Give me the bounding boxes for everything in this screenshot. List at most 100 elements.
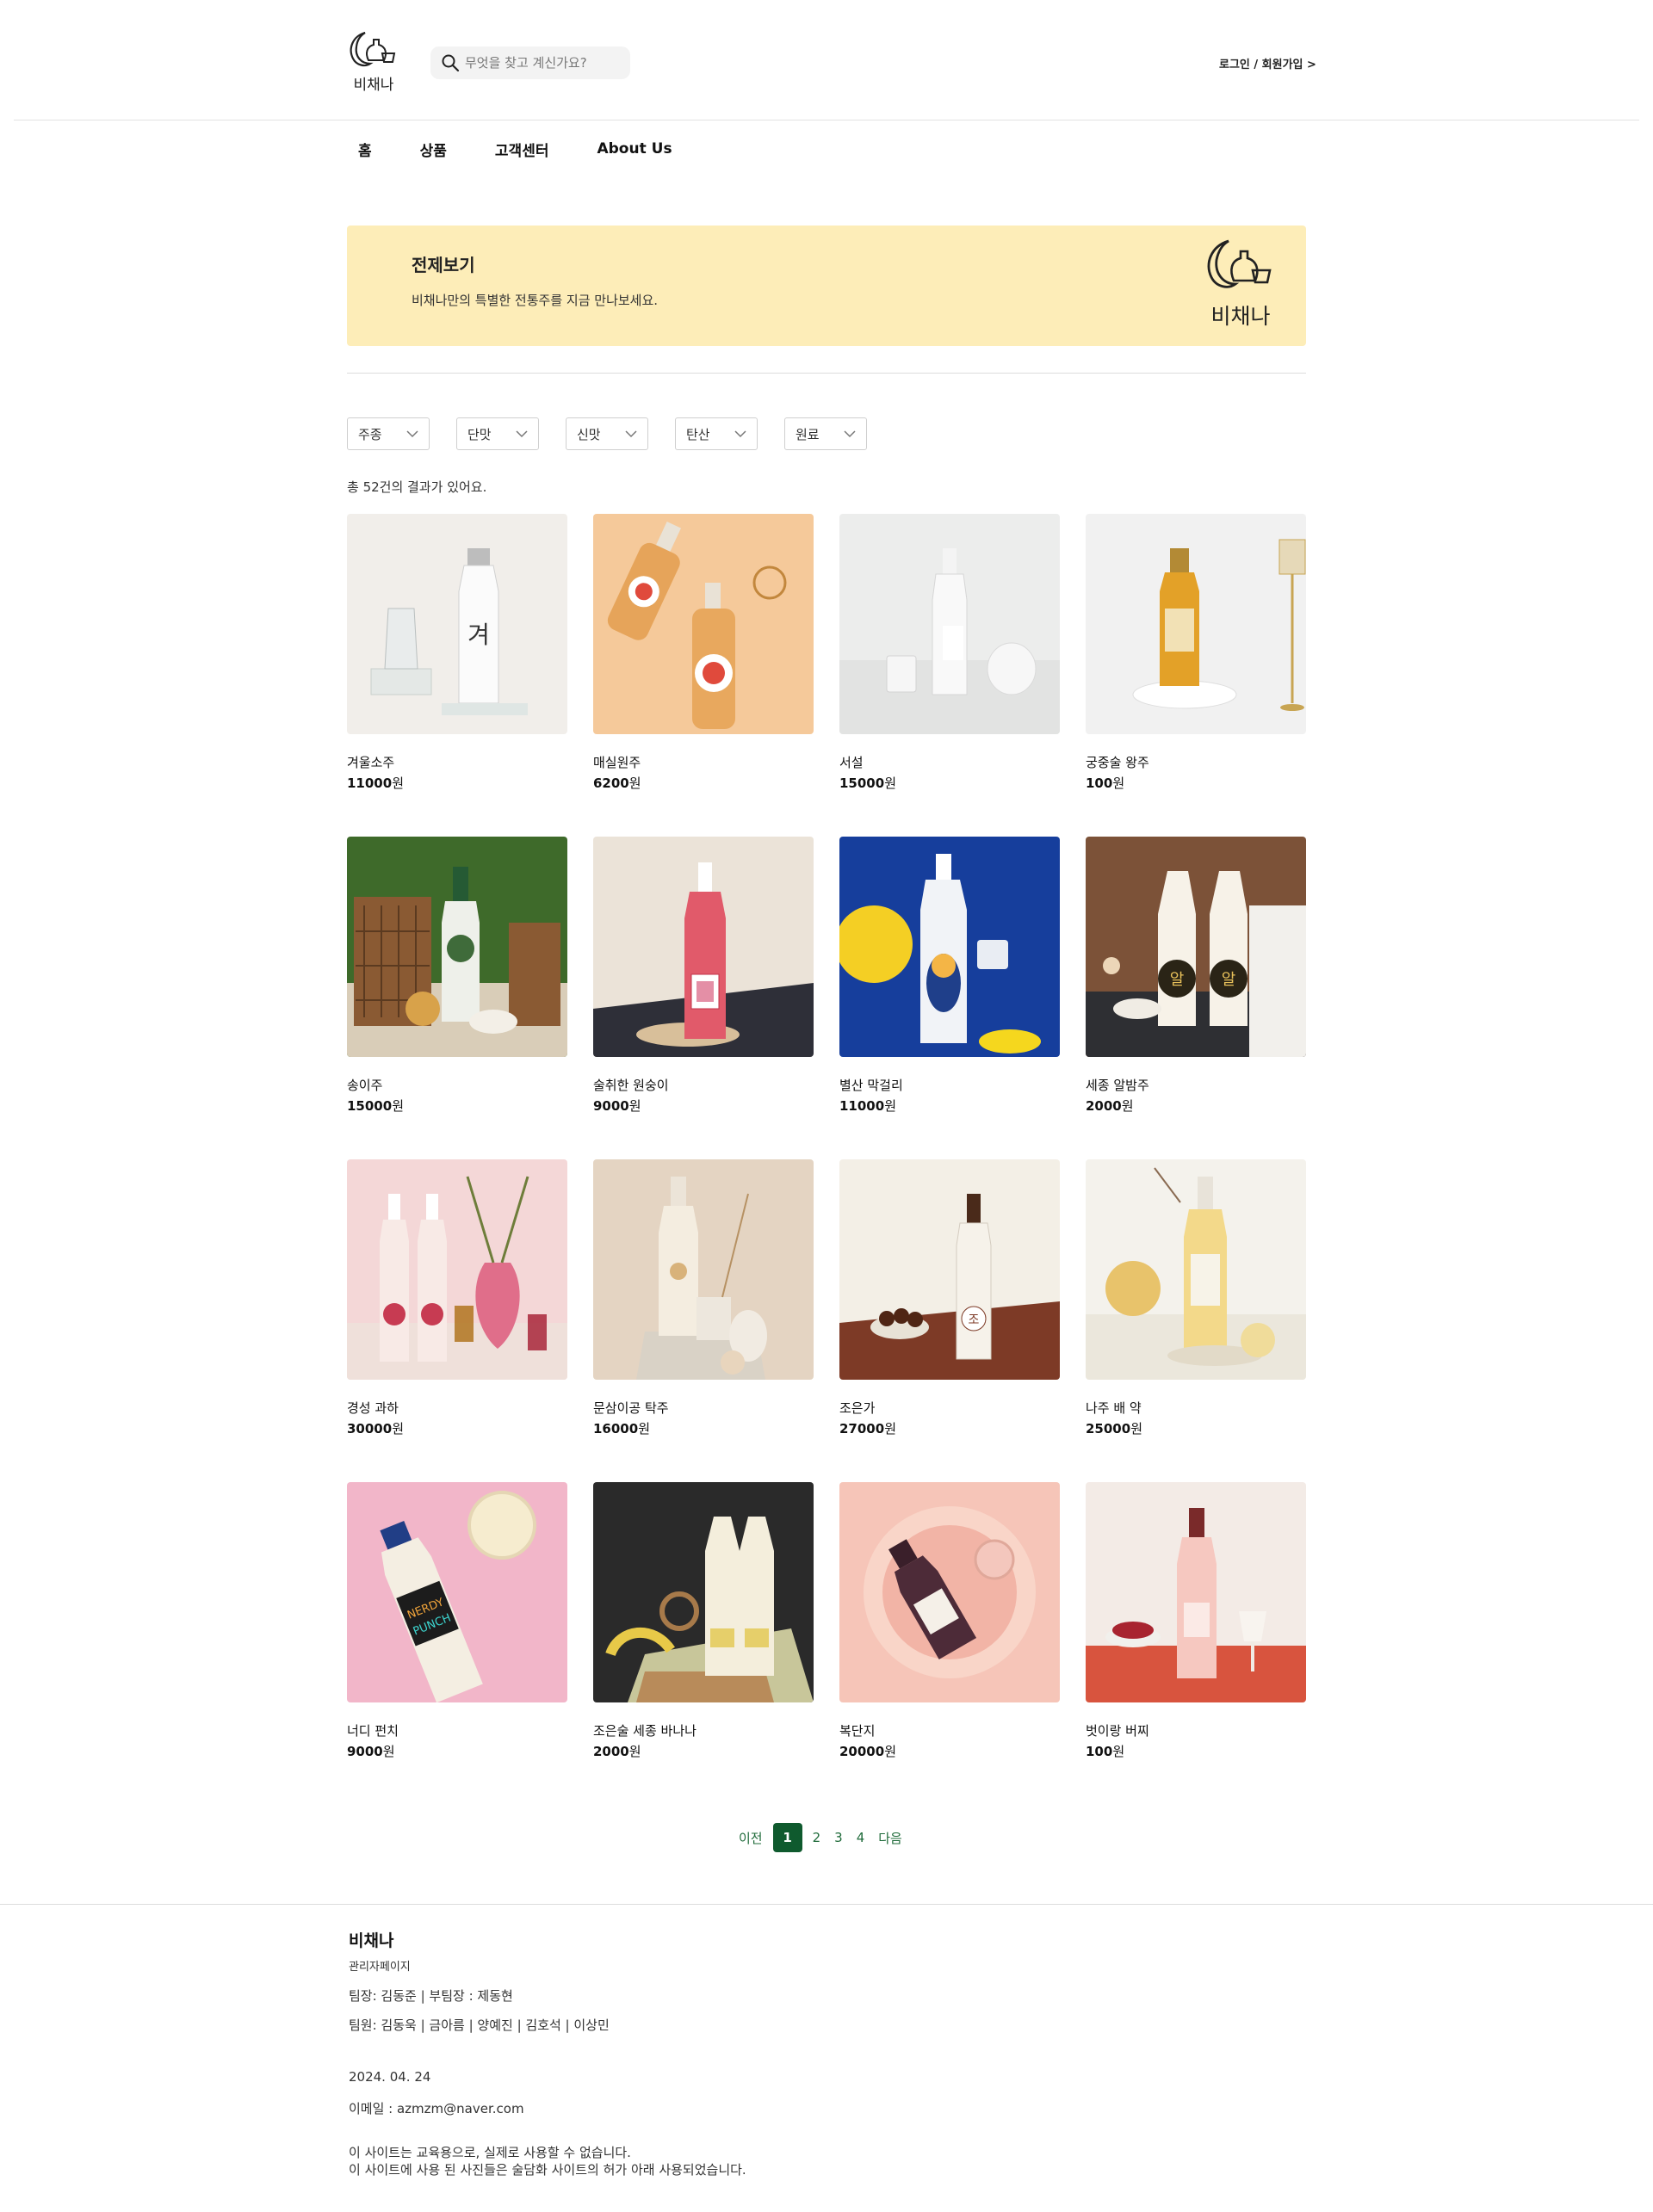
product-price: 11000원	[347, 775, 404, 791]
product-card[interactable]: 별산 막걸리 11000원	[839, 837, 1060, 1114]
filter-label: 단맛	[467, 426, 492, 442]
product-image[interactable]: 알알	[1086, 837, 1306, 1057]
filter-carbonation-dropdown[interactable]: 탄산	[675, 417, 758, 450]
nav-item-products[interactable]: 상품	[420, 139, 447, 160]
product-card[interactable]: 궁중술 왕주 100원	[1086, 514, 1306, 791]
product-image[interactable]	[1086, 514, 1306, 734]
filter-sweetness-dropdown[interactable]: 단맛	[456, 417, 539, 450]
login-signup-link[interactable]: 로그인 / 회원가입 >	[1219, 55, 1316, 71]
product-price: 27000원	[839, 1421, 896, 1437]
search-input[interactable]	[465, 55, 620, 71]
pagination-page[interactable]: 3	[834, 1830, 843, 1845]
product-image[interactable]	[839, 1482, 1060, 1702]
footer-email: 이메일 : azmzm@naver.com	[349, 2101, 524, 2116]
product-price: 9000원	[347, 1744, 395, 1759]
product-image[interactable]: 조	[839, 1159, 1060, 1380]
product-name[interactable]: 너디 펀치	[347, 1721, 399, 1739]
filter-type-dropdown[interactable]: 주종	[347, 417, 430, 450]
product-name[interactable]: 서설	[839, 753, 864, 771]
product-card[interactable]: NERDY PUNCH 너디 펀치 9000원	[347, 1482, 567, 1759]
product-image[interactable]	[593, 1159, 814, 1380]
nav-item-about-us[interactable]: About Us	[597, 140, 672, 158]
product-image[interactable]	[593, 1482, 814, 1702]
svg-text:조: 조	[969, 1313, 980, 1327]
product-card[interactable]: 문삼이공 탁주 16000원	[593, 1159, 814, 1437]
filter-label: 신맛	[577, 426, 601, 442]
product-card[interactable]: 경성 과하 30000원	[347, 1159, 567, 1437]
product-name[interactable]: 세종 알밤주	[1086, 1076, 1149, 1094]
banner-title: 전제보기	[412, 255, 475, 275]
product-card[interactable]: 벗이랑 버찌 100원	[1086, 1482, 1306, 1759]
product-name[interactable]: 조은술 세종 바나나	[593, 1721, 696, 1739]
filter-label: 탄산	[686, 426, 710, 442]
product-name[interactable]: 겨울소주	[347, 753, 394, 771]
product-name[interactable]: 나주 배 약	[1086, 1399, 1142, 1417]
nav-item-customer-center[interactable]: 고객센터	[495, 139, 549, 160]
result-count: 총 52건의 결과가 있어요.	[347, 479, 487, 495]
product-name[interactable]: 경성 과하	[347, 1399, 399, 1417]
product-image[interactable]	[593, 514, 814, 734]
pagination-page[interactable]: 2	[813, 1830, 821, 1845]
product-card[interactable]: 알알 세종 알밤주 2000원	[1086, 837, 1306, 1114]
footer-notice: 이 사이트에 사용 된 사진들은 술담화 사이트의 허가 아래 사용되었습니다.	[349, 2162, 746, 2178]
product-card[interactable]: 복단지 20000원	[839, 1482, 1060, 1759]
main-nav: 홈 상품 고객센터 About Us	[358, 136, 721, 162]
product-card[interactable]: 겨 겨울소주 11000원	[347, 514, 567, 791]
footer-members: 팀원: 김동욱 | 금아름 | 양예진 | 김호석 | 이상민	[349, 2017, 610, 2033]
svg-text:비채나: 비채나	[1210, 304, 1270, 329]
category-banner: 전제보기 비채나만의 특별한 전통주를 지금 만나보세요. 비채나	[347, 226, 1306, 346]
search-box[interactable]	[430, 46, 630, 79]
site-logo[interactable]: 비채나	[344, 28, 403, 98]
svg-text:비채나: 비채나	[354, 77, 394, 94]
product-image[interactable]	[839, 837, 1060, 1057]
product-image[interactable]	[1086, 1159, 1306, 1380]
product-card[interactable]: 나주 배 약 25000원	[1086, 1159, 1306, 1437]
product-image[interactable]	[593, 837, 814, 1057]
product-card[interactable]: 매실원주 6200원	[593, 514, 814, 791]
pagination-prev[interactable]: 이전	[739, 1829, 763, 1847]
product-name[interactable]: 문삼이공 탁주	[593, 1399, 669, 1417]
product-card[interactable]: 송이주 15000원	[347, 837, 567, 1114]
product-card[interactable]: 조은술 세종 바나나 2000원	[593, 1482, 814, 1759]
chevron-down-icon	[625, 430, 637, 438]
banner-description: 비채나만의 특별한 전통주를 지금 만나보세요.	[412, 293, 659, 308]
product-image[interactable]: 겨	[347, 514, 567, 734]
product-image[interactable]	[839, 514, 1060, 734]
banner-logo: 비채나	[1199, 234, 1282, 336]
filter-sourness-dropdown[interactable]: 신맛	[566, 417, 648, 450]
chevron-down-icon	[844, 430, 856, 438]
product-price: 2000원	[1086, 1098, 1134, 1114]
svg-text:알: 알	[1170, 971, 1185, 989]
product-name[interactable]: 술취한 원숭이	[593, 1076, 669, 1094]
nav-item-home[interactable]: 홈	[358, 139, 372, 160]
product-name[interactable]: 복단지	[839, 1721, 875, 1739]
product-name[interactable]: 조은가	[839, 1399, 875, 1417]
site-header: 비채나 로그인 / 회원가입 >	[0, 0, 1653, 120]
product-card[interactable]: 술취한 원숭이 9000원	[593, 837, 814, 1114]
product-image[interactable]: NERDY PUNCH	[347, 1482, 567, 1702]
product-card[interactable]: 조 조은가 27000원	[839, 1159, 1060, 1437]
product-name[interactable]: 송이주	[347, 1076, 382, 1094]
pagination-next[interactable]: 다음	[878, 1829, 902, 1847]
product-price: 20000원	[839, 1744, 896, 1759]
product-price: 2000원	[593, 1744, 641, 1759]
product-name[interactable]: 별산 막걸리	[839, 1076, 903, 1094]
pagination: 이전 1 2 3 4 다음	[732, 1823, 909, 1852]
product-image[interactable]	[1086, 1482, 1306, 1702]
product-name[interactable]: 궁중술 왕주	[1086, 753, 1149, 771]
product-name[interactable]: 벗이랑 버찌	[1086, 1721, 1149, 1739]
footer-divider	[0, 1904, 1653, 1905]
pagination-page[interactable]: 4	[857, 1830, 865, 1845]
filter-ingredient-dropdown[interactable]: 원료	[784, 417, 867, 450]
chevron-down-icon	[406, 430, 418, 438]
filter-bar: 주종 단맛 신맛 탄산 원료	[347, 417, 894, 450]
chevron-down-icon	[516, 430, 528, 438]
admin-page-link[interactable]: 관리자페이지	[349, 1957, 411, 1974]
product-price: 15000원	[839, 775, 896, 791]
product-image[interactable]	[347, 837, 567, 1057]
pagination-page-current[interactable]: 1	[772, 1823, 802, 1852]
product-price: 11000원	[839, 1098, 896, 1114]
product-name[interactable]: 매실원주	[593, 753, 641, 771]
product-image[interactable]	[347, 1159, 567, 1380]
product-card[interactable]: 서설 15000원	[839, 514, 1060, 791]
